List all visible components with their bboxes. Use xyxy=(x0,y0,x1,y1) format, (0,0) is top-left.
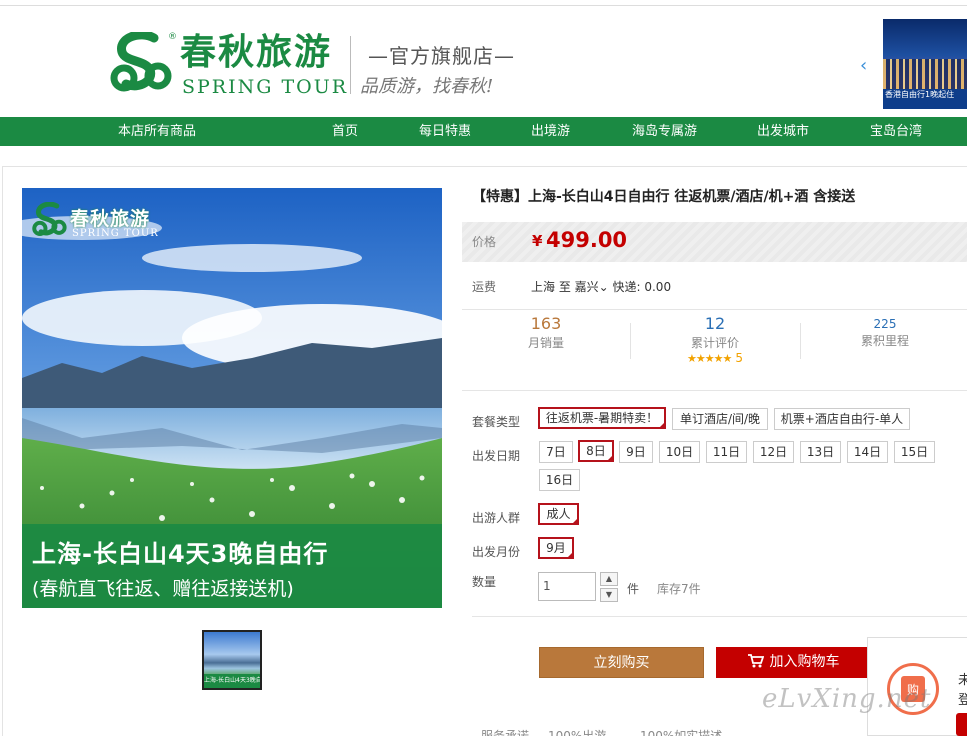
date-option-16[interactable]: 16日 xyxy=(539,469,580,491)
date-option-9[interactable]: 9日 xyxy=(619,441,653,463)
service-item-guaranteed: 100%出游 xyxy=(548,729,607,736)
divider xyxy=(462,390,967,391)
product-title: 【特惠】上海-长白山4日自由行 往返机票/酒店/机+酒 含接送 xyxy=(472,189,856,205)
freight-destination-select[interactable]: 上海 至 嘉兴⌄ 快递: 0.00 xyxy=(531,278,671,295)
floating-close-tab[interactable] xyxy=(956,713,967,736)
add-to-cart-button[interactable]: 加入购物车 xyxy=(716,647,871,678)
date-option-14[interactable]: 14日 xyxy=(847,441,888,463)
sales-stats: 163 月销量 12 累计评价 ★★★★★ 5 225 累积里程 xyxy=(462,313,967,377)
departure-date-label: 出发日期 xyxy=(472,449,521,463)
traveler-option-adult[interactable]: 成人 xyxy=(538,503,579,525)
package-option-hotel-only[interactable]: 单订酒店/间/晚 xyxy=(672,408,768,430)
package-option-flight-hotel[interactable]: 机票+酒店自由行-单人 xyxy=(774,408,910,430)
image-caption-subtitle: (春航直飞往返、赠往返接送机) xyxy=(32,578,294,600)
monthly-sales-count: 163 xyxy=(530,314,562,333)
date-option-10[interactable]: 10日 xyxy=(659,441,700,463)
banner-prev-arrow-icon[interactable]: ‹ xyxy=(860,56,874,76)
date-option-11[interactable]: 11日 xyxy=(706,441,747,463)
divider xyxy=(462,309,967,310)
image-logo-cn: 春秋旅游 xyxy=(70,208,151,230)
stat-reviews[interactable]: 12 累计评价 ★★★★★ 5 xyxy=(631,313,799,365)
image-caption-band: 上海-长白山4天3晚自由行 (春航直飞往返、赠往返接送机) xyxy=(22,524,442,608)
logo-divider xyxy=(350,36,351,94)
shop-nav-bar: 本店所有商品 首页 每日特惠 出境游 海岛专属游 出发城市 宝岛台湾 xyxy=(0,117,967,146)
nav-outbound[interactable]: 出境游 xyxy=(531,117,570,146)
banner-caption: 香港自由行1晚起住 xyxy=(883,89,967,109)
stat-monthly-sales: 163 月销量 xyxy=(462,313,630,351)
quantity-unit: 件 xyxy=(627,582,640,596)
mileage-label: 累积里程 xyxy=(860,334,909,348)
gallery-thumbnail[interactable]: 上海-长白山4天3晚自由行 xyxy=(202,630,262,690)
review-count[interactable]: 12 xyxy=(631,313,799,335)
quantity-decrease-icon[interactable]: ▼ xyxy=(600,588,618,602)
nav-all-products[interactable]: 本店所有商品 xyxy=(118,117,196,146)
package-option-roundtrip-flight[interactable]: 往返机票-暑期特卖！ xyxy=(538,407,666,429)
floating-text-line1: 未 xyxy=(958,673,967,688)
nav-taiwan[interactable]: 宝岛台湾 xyxy=(870,117,922,146)
logo-english-name: SPRING TOUR xyxy=(182,76,349,98)
quantity-increase-icon[interactable]: ▲ xyxy=(600,572,618,586)
review-label: 累计评价 xyxy=(690,336,739,350)
image-logo-en: SPRING TOUR xyxy=(72,228,159,239)
package-type-label: 套餐类型 xyxy=(472,415,521,429)
rating-score: 5 xyxy=(735,351,743,365)
month-option-9[interactable]: 9月 xyxy=(538,537,574,559)
quantity-input[interactable]: 1 xyxy=(538,572,596,601)
service-item-accurate: 100%如实描述 xyxy=(640,729,723,736)
price-panel: 价格 ¥ 499.00 xyxy=(462,222,967,262)
registered-mark: ® xyxy=(168,32,177,42)
banner-promo-image[interactable]: 香港自由行1晚起住 xyxy=(883,19,967,109)
nav-island-tours[interactable]: 海岛专属游 xyxy=(632,117,697,146)
date-option-15[interactable]: 15日 xyxy=(894,441,935,463)
date-option-12[interactable]: 12日 xyxy=(753,441,794,463)
buy-now-button[interactable]: 立刻购买 xyxy=(539,647,704,678)
floating-text-line2: 登 xyxy=(958,693,967,708)
date-option-13[interactable]: 13日 xyxy=(800,441,841,463)
price-label: 价格 xyxy=(472,235,497,249)
rating-stars-icon: ★★★★★ xyxy=(687,352,732,365)
nav-daily-deals[interactable]: 每日特惠 xyxy=(419,117,471,146)
spring-tour-small-logo-icon xyxy=(32,202,67,237)
image-caption-title: 上海-长白山4天3晚自由行 xyxy=(32,540,329,568)
shop-header: ® 春秋旅游 SPRING TOUR —官方旗舰店— 品质游，找春秋! ‹ 香港… xyxy=(0,6,967,117)
price-currency: ¥ xyxy=(532,232,543,250)
flagship-label: —官方旗舰店— xyxy=(368,44,515,68)
add-to-cart-label: 加入购物车 xyxy=(769,654,840,670)
quantity-label: 数量 xyxy=(472,575,497,589)
spring-tour-logo-icon xyxy=(110,32,172,92)
service-label: 服务承诺 xyxy=(481,729,530,736)
divider xyxy=(472,616,967,617)
monthly-sales-label: 月销量 xyxy=(527,336,564,350)
nav-departure-city[interactable]: 出发城市 xyxy=(757,117,809,146)
logo-chinese-name: 春秋旅游 xyxy=(180,31,333,73)
stat-mileage: 225 累积里程 xyxy=(801,313,967,349)
date-option-8[interactable]: 8日 xyxy=(578,440,614,462)
main-product-image[interactable]: 春秋旅游 SPRING TOUR 上海-长白山4天3晚自由行 (春航直飞往返、赠… xyxy=(22,188,442,608)
thumbnail-caption: 上海-长白山4天3晚自由行 xyxy=(204,674,260,688)
shop-slogan: 品质游，找春秋! xyxy=(360,76,494,97)
cart-icon xyxy=(747,654,764,668)
traveler-group-label: 出游人群 xyxy=(472,511,521,525)
date-option-7[interactable]: 7日 xyxy=(539,441,573,463)
nav-home[interactable]: 首页 xyxy=(332,117,358,146)
freight-label: 运费 xyxy=(472,280,497,294)
departure-month-label: 出发月份 xyxy=(472,545,521,559)
site-watermark: eLvXing.net xyxy=(762,684,932,714)
page: ® 春秋旅游 SPRING TOUR —官方旗舰店— 品质游，找春秋! ‹ 香港… xyxy=(0,0,967,736)
mileage-count: 225 xyxy=(873,317,897,331)
city-skyline-graphic xyxy=(883,59,967,89)
stock-count: 库存7件 xyxy=(657,582,701,596)
price-value: 499.00 xyxy=(546,228,628,252)
shop-logo[interactable]: ® 春秋旅游 SPRING TOUR —官方旗舰店— 品质游，找春秋! xyxy=(110,30,520,104)
